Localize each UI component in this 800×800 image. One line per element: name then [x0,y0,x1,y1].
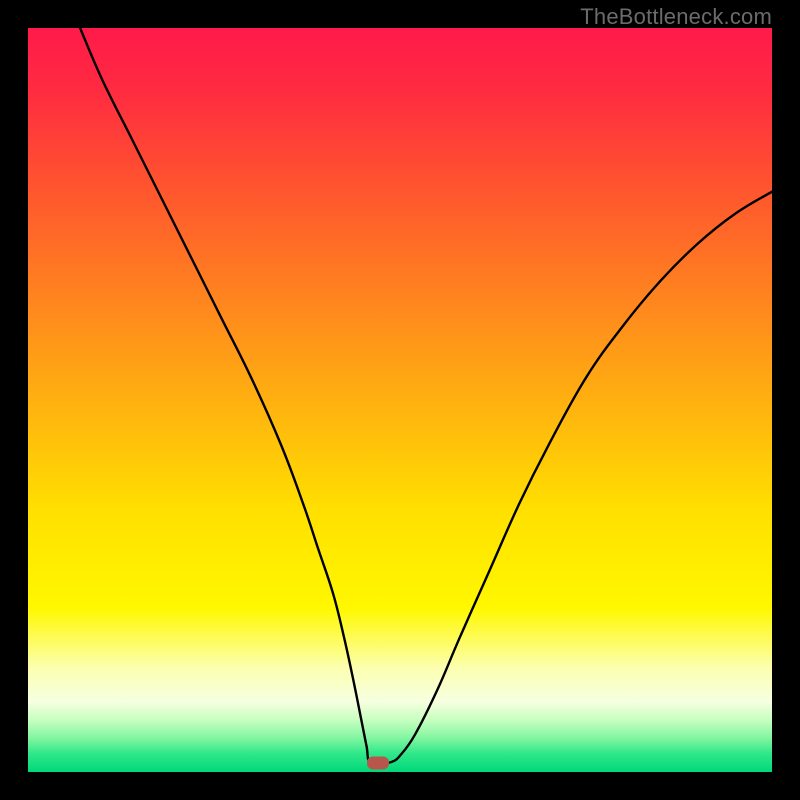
bottleneck-chart-svg [28,28,772,772]
optimal-point-marker [367,757,389,770]
plot-area [28,28,772,772]
chart-frame: TheBottleneck.com [0,0,800,800]
gradient-background [28,28,772,772]
watermark-text: TheBottleneck.com [580,4,772,30]
